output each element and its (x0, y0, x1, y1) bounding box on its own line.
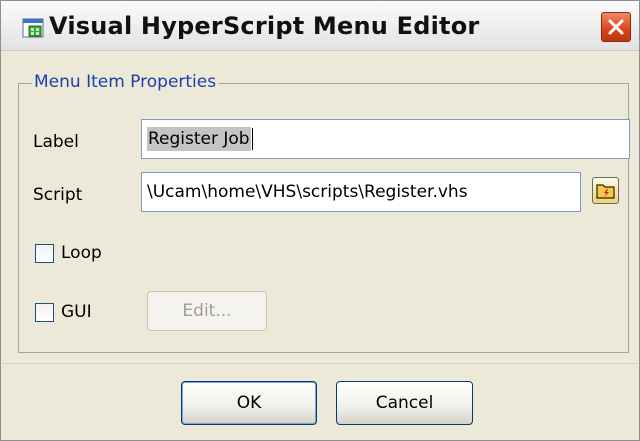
group-legend: Menu Item Properties (32, 70, 219, 94)
script-caption: Script (33, 185, 83, 205)
edit-button[interactable]: Edit... (147, 291, 267, 331)
close-button[interactable] (601, 12, 631, 42)
label-caption: Label (33, 132, 79, 152)
loop-checkbox[interactable] (35, 244, 54, 263)
ok-button[interactable]: OK (181, 381, 317, 425)
gui-caption[interactable]: GUI (61, 300, 92, 324)
label-value: Register Job (147, 127, 251, 151)
script-input[interactable]: \Ucam\home\VHS\scripts\Register.vhs (141, 172, 581, 212)
gui-checkbox[interactable] (35, 303, 54, 322)
window-title: Visual HyperScript Menu Editor (49, 12, 480, 40)
hyperscript-app-icon (22, 18, 44, 38)
title-bar[interactable]: Visual HyperScript Menu Editor (1, 1, 639, 51)
label-input[interactable]: Register Job (141, 119, 630, 159)
menu-editor-window: Visual HyperScript Menu Editor Menu Item… (0, 0, 640, 441)
script-value: \Ucam\home\VHS\scripts\Register.vhs (147, 182, 468, 202)
browse-script-button[interactable] (592, 177, 619, 204)
loop-caption[interactable]: Loop (61, 241, 102, 265)
separator (2, 363, 638, 364)
text-caret (251, 128, 253, 150)
cancel-button[interactable]: Cancel (336, 381, 473, 425)
